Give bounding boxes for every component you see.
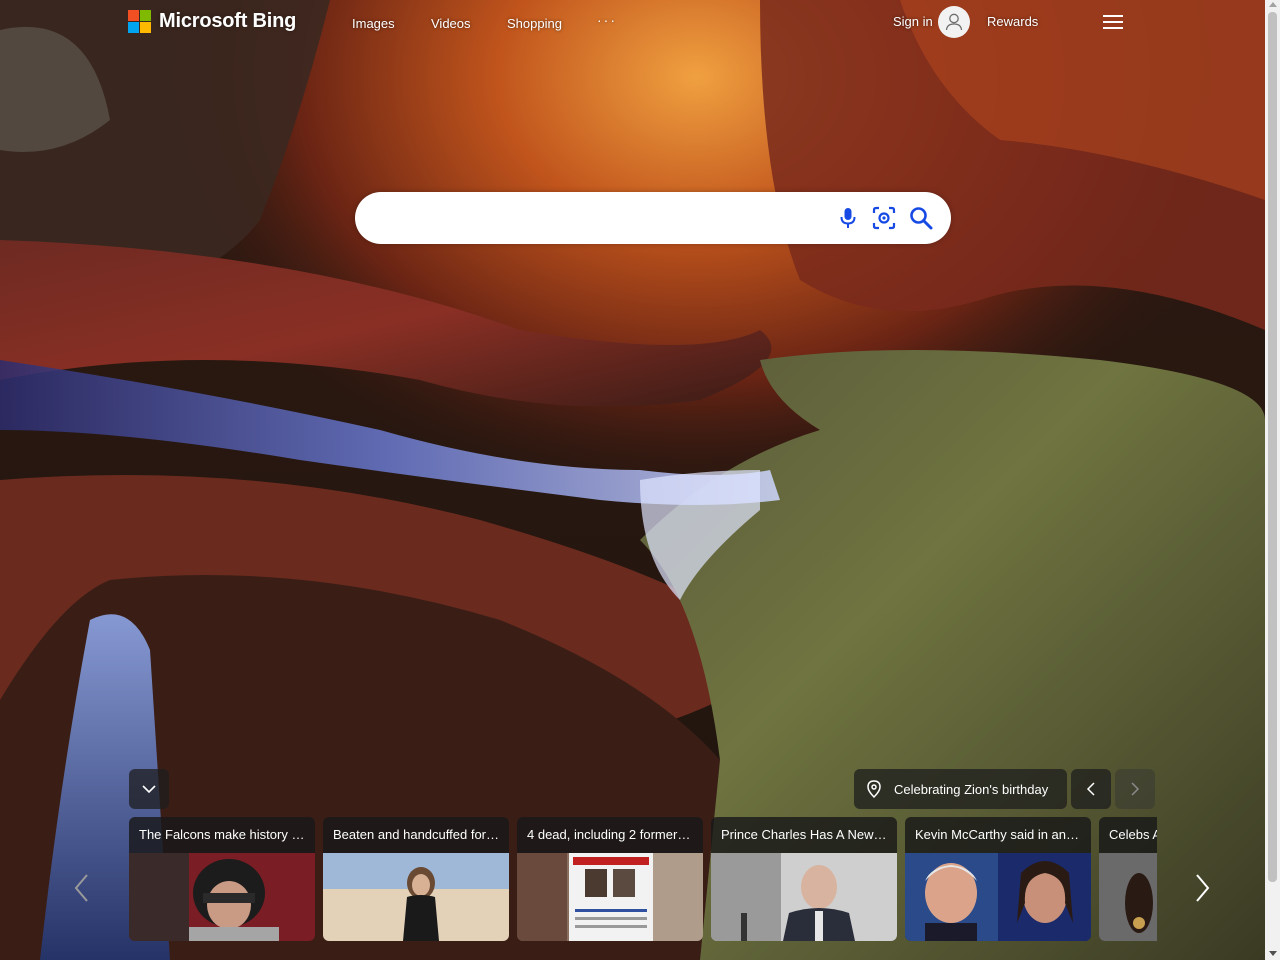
- news-card-title: Celebs A: [1109, 827, 1157, 842]
- search-icon[interactable]: [908, 205, 934, 231]
- news-card[interactable]: Celebs A: [1099, 817, 1157, 941]
- bing-logo[interactable]: Microsoft Bing: [128, 10, 296, 33]
- news-card[interactable]: Prince Charles Has A New…: [711, 817, 897, 941]
- news-card-image: [1099, 853, 1157, 941]
- collapse-feed-button[interactable]: [129, 769, 169, 809]
- background-image: [0, 0, 1265, 960]
- chevron-down-icon: [142, 785, 156, 794]
- news-card-image: [323, 853, 509, 941]
- sign-in-link[interactable]: Sign in: [893, 14, 933, 29]
- carousel-next-icon[interactable]: [1192, 870, 1212, 906]
- chevron-left-icon: [1086, 782, 1095, 796]
- news-carousel: The Falcons make history … Beaten and ha…: [129, 817, 1157, 941]
- nav-videos-link[interactable]: Videos: [431, 16, 471, 31]
- image-info-button[interactable]: Celebrating Zion's birthday: [854, 769, 1067, 809]
- news-card-title: Prince Charles Has A New…: [721, 827, 887, 842]
- news-card-title: 4 dead, including 2 former…: [527, 827, 691, 842]
- microphone-icon[interactable]: [835, 205, 861, 231]
- chevron-right-icon: [1131, 782, 1140, 796]
- news-card-title: The Falcons make history …: [139, 827, 305, 842]
- news-card-image: [905, 853, 1091, 941]
- news-card[interactable]: Beaten and handcuffed for…: [323, 817, 509, 941]
- avatar-icon[interactable]: [938, 6, 970, 38]
- search-box: [355, 192, 951, 244]
- carousel-prev-icon[interactable]: [72, 870, 92, 906]
- nav-images-link[interactable]: Images: [352, 16, 395, 31]
- scrollbar-thumb[interactable]: [1268, 12, 1277, 882]
- page-scrollbar[interactable]: [1265, 0, 1280, 960]
- news-card-image: [711, 853, 897, 941]
- rewards-link[interactable]: Rewards: [987, 14, 1038, 29]
- scroll-down-icon[interactable]: [1269, 951, 1277, 956]
- scroll-up-icon[interactable]: [1269, 2, 1277, 7]
- logo-text: Microsoft Bing: [159, 10, 297, 32]
- search-input[interactable]: [377, 204, 831, 234]
- nav-shopping-link[interactable]: Shopping: [507, 16, 562, 31]
- image-info-label: Celebrating Zion's birthday: [894, 781, 1049, 797]
- news-card[interactable]: The Falcons make history …: [129, 817, 315, 941]
- nav-more-button[interactable]: ···: [597, 12, 617, 28]
- news-card[interactable]: Kevin McCarthy said in an…: [905, 817, 1091, 941]
- news-card-image: [517, 853, 703, 941]
- news-card-title: Beaten and handcuffed for…: [333, 827, 499, 842]
- next-image-button[interactable]: [1115, 769, 1155, 809]
- news-card[interactable]: 4 dead, including 2 former…: [517, 817, 703, 941]
- news-card-title: Kevin McCarthy said in an…: [915, 827, 1080, 842]
- news-card-image: [129, 853, 315, 941]
- previous-image-button[interactable]: [1071, 769, 1111, 809]
- location-pin-icon: [867, 780, 881, 798]
- microsoft-logo-icon: [128, 10, 151, 33]
- hamburger-menu-icon[interactable]: [1101, 12, 1125, 32]
- visual-search-icon[interactable]: [871, 205, 897, 231]
